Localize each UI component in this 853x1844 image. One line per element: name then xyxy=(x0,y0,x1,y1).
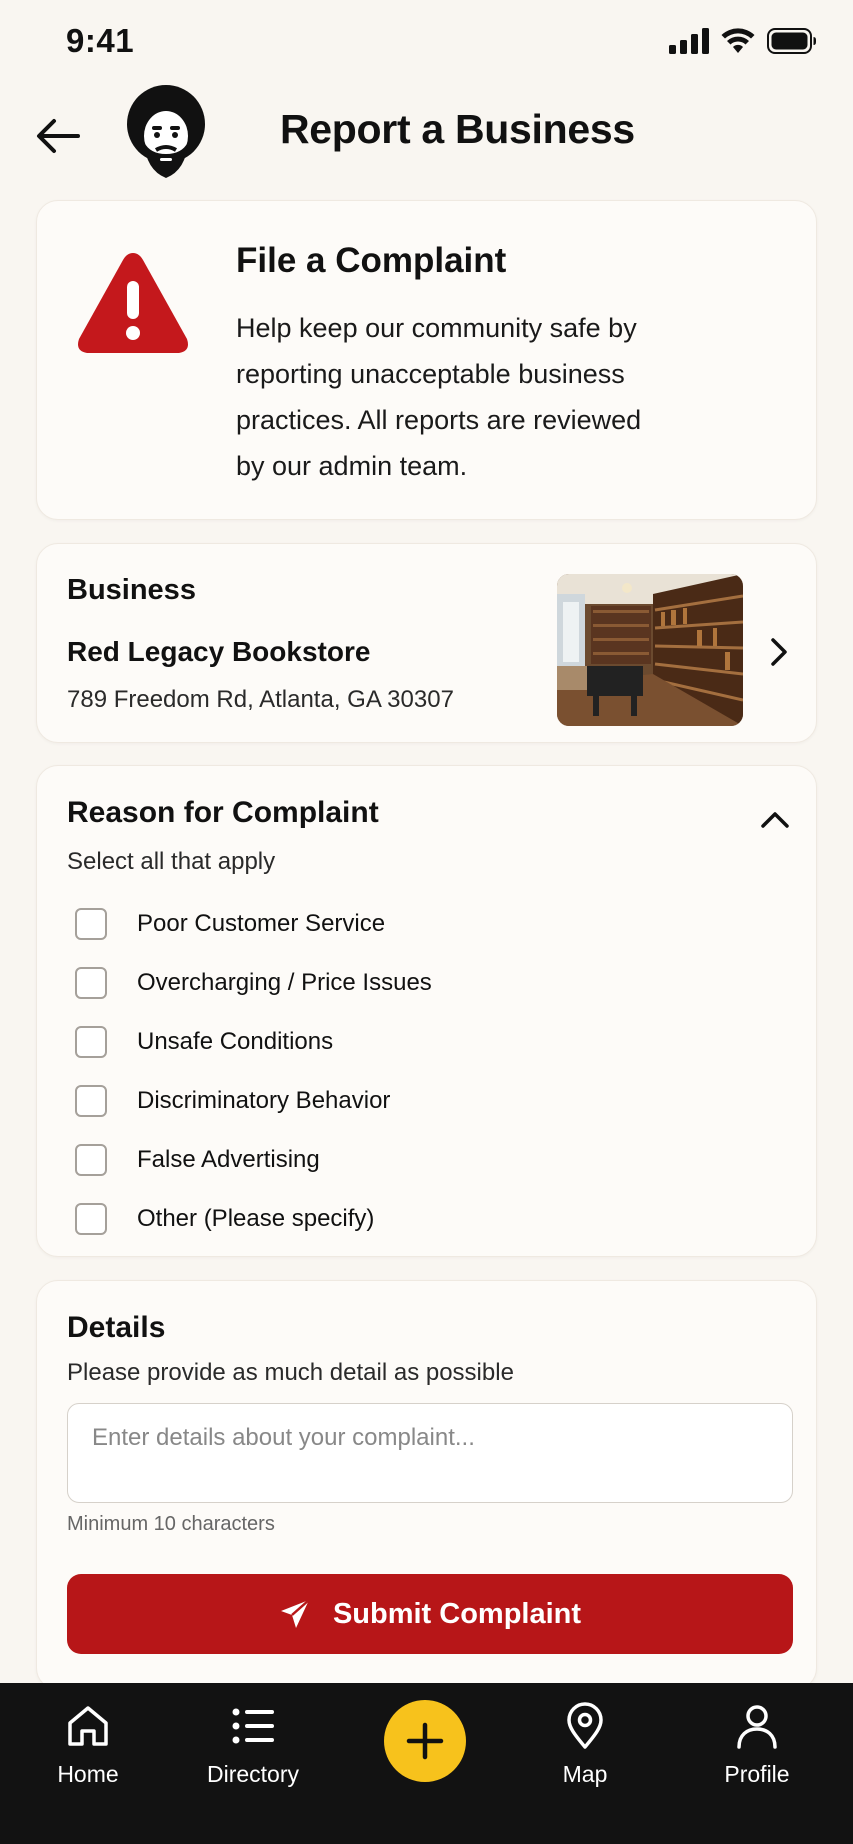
tab-map[interactable]: Map xyxy=(525,1701,645,1811)
list-icon xyxy=(232,1708,274,1744)
business-name: Red Legacy Bookstore xyxy=(67,636,371,667)
checkbox[interactable] xyxy=(75,908,107,940)
status-bar: 9:41 xyxy=(0,0,853,90)
person-icon xyxy=(737,1705,777,1749)
option-false-advertising[interactable]: False Advertising xyxy=(75,1142,320,1178)
business-photo xyxy=(557,574,743,726)
tab-label: Directory xyxy=(206,1761,299,1787)
tab-label: Profile xyxy=(724,1761,790,1787)
avatar xyxy=(127,85,205,178)
back-arrow-icon xyxy=(37,119,80,153)
option-label: Poor Customer Service xyxy=(137,910,386,937)
battery-icon xyxy=(767,28,816,54)
plus-icon xyxy=(406,1722,444,1760)
checkbox[interactable] xyxy=(75,1203,107,1235)
wifi-icon xyxy=(721,28,755,53)
tab-label: Map xyxy=(562,1761,608,1787)
collapse-toggle[interactable] xyxy=(755,802,795,836)
details-textarea[interactable] xyxy=(67,1403,793,1503)
tab-home[interactable]: Home xyxy=(28,1701,148,1811)
details-card: Details Please provide as much detail as… xyxy=(36,1280,817,1690)
details-hint: Minimum 10 characters xyxy=(67,1513,275,1535)
reason-card: Reason for Complaint Select all that app… xyxy=(36,765,817,1257)
option-unsafe-conditions[interactable]: Unsafe Conditions xyxy=(75,1024,333,1060)
option-label: Discriminatory Behavior xyxy=(137,1087,391,1114)
option-label: False Advertising xyxy=(137,1146,320,1173)
checkbox[interactable] xyxy=(75,967,107,999)
submit-label: Submit Complaint xyxy=(332,1597,582,1630)
checkbox[interactable] xyxy=(75,1085,107,1117)
checkbox[interactable] xyxy=(75,1144,107,1176)
complaint-info-card: File a Complaint Help keep our community… xyxy=(36,200,817,520)
header: Report a Business xyxy=(0,80,853,190)
add-button[interactable] xyxy=(384,1700,466,1782)
status-time: 9:41 xyxy=(66,22,135,59)
submit-complaint-button[interactable]: Submit Complaint xyxy=(67,1574,793,1654)
warning-icon xyxy=(78,253,188,353)
option-poor-customer-service[interactable]: Poor Customer Service xyxy=(75,906,385,942)
business-heading: Business xyxy=(67,574,196,606)
option-other[interactable]: Other (Please specify) xyxy=(75,1201,374,1237)
send-icon xyxy=(280,1599,310,1628)
complaint-card-title: File a Complaint xyxy=(236,241,507,280)
details-subtitle: Please provide as much detail as possibl… xyxy=(67,1359,514,1386)
back-button[interactable] xyxy=(30,108,86,164)
cellular-signal-icon xyxy=(669,28,709,54)
checkbox[interactable] xyxy=(75,1026,107,1058)
status-icons xyxy=(669,28,817,54)
option-label: Unsafe Conditions xyxy=(137,1028,334,1055)
option-overcharging[interactable]: Overcharging / Price Issues xyxy=(75,965,432,1001)
tab-directory[interactable]: Directory xyxy=(193,1701,313,1811)
reason-title: Reason for Complaint xyxy=(67,796,379,829)
reason-subtitle: Select all that apply xyxy=(67,848,276,875)
chevron-right-icon xyxy=(771,638,787,666)
complaint-card-description: Help keep our community safe by reportin… xyxy=(236,313,642,481)
details-title: Details xyxy=(67,1311,166,1344)
home-icon xyxy=(68,1706,108,1746)
business-card[interactable]: Business Red Legacy Bookstore 789 Freedo… xyxy=(36,543,817,743)
page-title: Report a Business xyxy=(280,106,635,152)
option-label: Other (Please specify) xyxy=(137,1205,375,1232)
option-discriminatory-behavior[interactable]: Discriminatory Behavior xyxy=(75,1083,390,1119)
chevron-up-icon xyxy=(761,812,789,828)
tab-bar: Home Directory Map Profile xyxy=(0,1683,853,1844)
option-label: Overcharging / Price Issues xyxy=(137,969,432,996)
tab-profile[interactable]: Profile xyxy=(697,1701,817,1811)
business-address: 789 Freedom Rd, Atlanta, GA 30307 xyxy=(67,686,454,713)
map-pin-icon xyxy=(567,1702,603,1749)
tab-label: Home xyxy=(57,1761,119,1787)
